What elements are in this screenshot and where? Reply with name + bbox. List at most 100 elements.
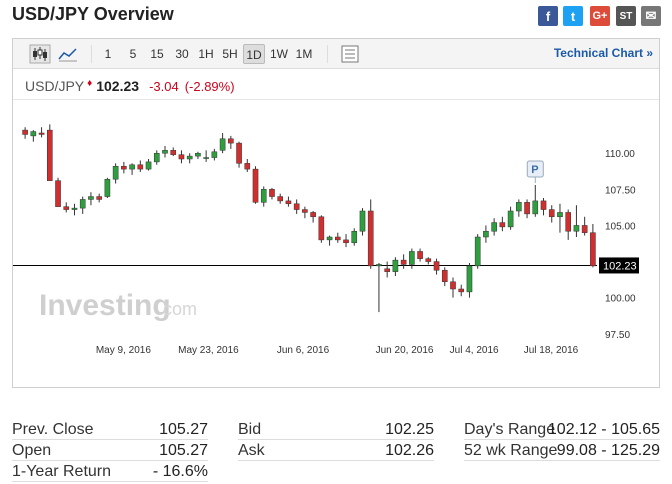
- candle-body: [540, 200, 547, 210]
- candle-body: [252, 168, 259, 203]
- x-tick-label: May 23, 2016: [178, 345, 239, 356]
- twitter-share-icon[interactable]: t: [563, 6, 583, 26]
- last-price-tag-label: 102.23: [603, 260, 637, 272]
- watermark-suffix: .com: [158, 299, 197, 319]
- candle-body: [38, 132, 45, 135]
- candle-body: [581, 225, 588, 233]
- stat-prev-close: Prev. Close 105.27: [12, 420, 208, 440]
- last-price: 102.23: [96, 78, 140, 94]
- stat-value: 102.25: [385, 421, 434, 438]
- candle-body: [516, 202, 522, 212]
- indicators-icon[interactable]: [339, 44, 361, 64]
- interval-30-button[interactable]: 30: [172, 44, 192, 64]
- y-tick-label: 107.50: [605, 185, 636, 196]
- candle-body: [112, 165, 119, 180]
- stat-label: Ask: [238, 442, 265, 459]
- candle-body: [79, 199, 86, 209]
- candle-body: [219, 138, 226, 151]
- candle-body: [400, 259, 407, 265]
- candle-body: [548, 209, 555, 218]
- interval-1d-button[interactable]: 1D: [243, 44, 265, 64]
- candle-body: [318, 216, 325, 241]
- technical-chart-link[interactable]: Technical Chart »: [554, 46, 653, 60]
- interval-15-button[interactable]: 15: [147, 44, 167, 64]
- candle-body: [376, 264, 382, 267]
- x-tick-label: Jul 4, 2016: [450, 345, 499, 356]
- interval-1h-button[interactable]: 1H: [196, 44, 216, 64]
- stat-open: Open 105.27: [12, 441, 208, 461]
- candle-body: [30, 131, 37, 137]
- y-tick-label: 100.00: [605, 294, 636, 305]
- candle-body: [458, 288, 465, 293]
- candlestick-chart-icon[interactable]: [29, 44, 51, 64]
- y-tick-label: 110.00: [605, 149, 635, 160]
- candle-body: [260, 189, 267, 203]
- x-tick-label: Jun 6, 2016: [277, 345, 330, 356]
- interval-1-button[interactable]: 1: [101, 44, 115, 64]
- candle-body: [483, 230, 489, 238]
- candle-body: [507, 210, 514, 228]
- candle-body: [433, 261, 440, 271]
- stat-label: Bid: [238, 421, 262, 438]
- price-chart[interactable]: Investing.com110.00107.50105.00102.50100…: [13, 101, 659, 361]
- candle-body: [326, 236, 333, 241]
- candle-body: [573, 225, 580, 232]
- candle-body: [195, 152, 201, 157]
- area-chart-icon[interactable]: [57, 44, 79, 64]
- candle-body: [590, 232, 596, 267]
- stat-value: 105.27: [159, 421, 208, 438]
- candle-body: [269, 189, 275, 197]
- watermark-brand: Investing: [39, 289, 171, 322]
- stat-label: Open: [12, 442, 52, 459]
- interval-5-button[interactable]: 5: [126, 44, 140, 64]
- candle-body: [236, 142, 242, 164]
- google-plus-share-icon[interactable]: G+: [590, 6, 610, 26]
- y-tick-label: 97.50: [605, 330, 630, 341]
- candle-body: [277, 196, 284, 202]
- candle-body: [285, 200, 292, 205]
- candle-body: [474, 236, 481, 267]
- candle-body: [499, 222, 506, 228]
- candle-body: [46, 129, 53, 181]
- candle-body: [310, 212, 316, 218]
- candle-body: [565, 212, 572, 232]
- x-tick-label: May 9, 2016: [96, 345, 151, 356]
- facebook-share-icon[interactable]: f: [538, 6, 558, 26]
- candle-body: [392, 259, 399, 272]
- candle-body: [334, 236, 341, 241]
- stocktwits-share-icon[interactable]: ST: [616, 6, 636, 26]
- stat-label: 1-Year Return: [12, 463, 112, 480]
- candle-body: [367, 210, 374, 267]
- interval-1w-button[interactable]: 1W: [268, 44, 290, 64]
- candle-body: [417, 251, 423, 259]
- candle-body: [137, 164, 144, 170]
- stat-value: 102.12 - 105.65: [547, 421, 660, 438]
- stat-bid: Bid 102.25: [238, 420, 434, 440]
- stat-label: 52 wk Range: [464, 442, 558, 459]
- stat-52-week-range: 52 wk Range 99.08 - 125.29: [464, 441, 660, 461]
- candle-body: [211, 151, 218, 158]
- x-tick-label: Jul 18, 2016: [524, 345, 579, 356]
- interval-5h-button[interactable]: 5H: [220, 44, 240, 64]
- mail-share-icon[interactable]: ✉: [641, 6, 661, 26]
- candle-body: [384, 268, 390, 272]
- stat-days-range: Day's Range 102.12 - 105.65: [464, 420, 660, 440]
- chart-toolbar: 1 5 15 30 1H 5H 1D 1W 1M Technical Chart…: [13, 39, 659, 69]
- candle-body: [409, 251, 415, 265]
- candle-body: [351, 230, 358, 244]
- down-arrow-icon: ♦: [87, 78, 93, 89]
- stat-value: - 16.6%: [152, 463, 208, 480]
- y-tick-label: 105.00: [605, 221, 636, 232]
- stat-1-year-return: 1-Year Return - 16.6%: [12, 462, 208, 482]
- candle-body: [96, 196, 102, 200]
- candle-body: [162, 150, 168, 154]
- interval-1m-button[interactable]: 1M: [293, 44, 315, 64]
- stat-ask: Ask 102.26: [238, 441, 434, 461]
- stat-value: 105.27: [159, 442, 208, 459]
- x-tick-label: Jun 20, 2016: [376, 345, 434, 356]
- annotation-label: P: [531, 164, 538, 176]
- candle-body: [343, 239, 349, 244]
- candle-body: [88, 196, 94, 200]
- candle-body: [491, 222, 497, 232]
- candle-body: [63, 206, 70, 210]
